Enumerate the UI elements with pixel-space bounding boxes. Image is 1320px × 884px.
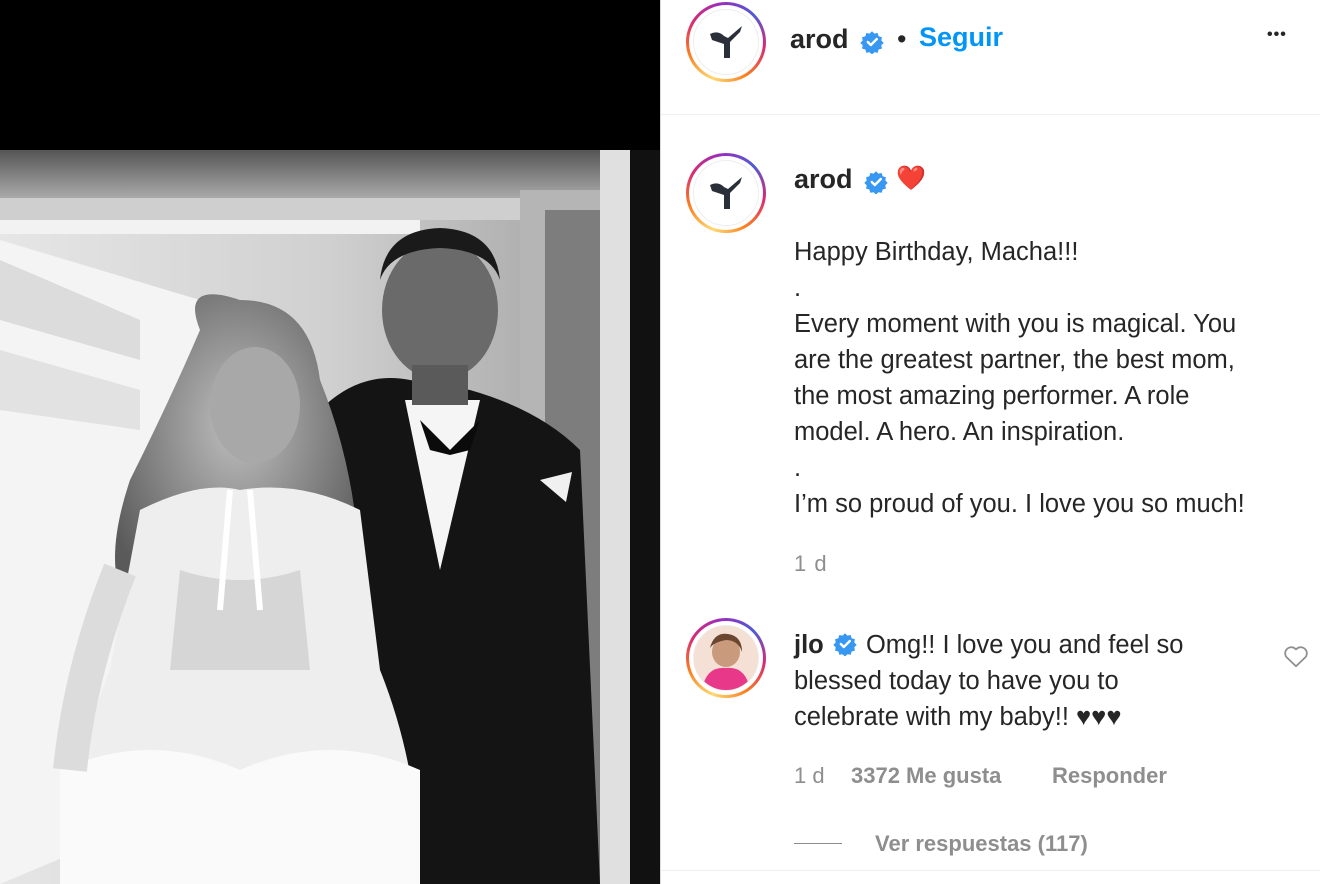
reply-button[interactable]: Responder xyxy=(1052,763,1167,789)
follow-button[interactable]: Seguir xyxy=(919,22,1003,53)
caption-line: Happy Birthday, Macha!!! xyxy=(794,238,1079,266)
post-details-panel: arod • Seguir ••• arod ❤️ Happy Birthday… xyxy=(660,0,1320,884)
caption-text: Happy Birthday, Macha!!! . Every moment … xyxy=(794,234,1314,522)
comment-line: blessed today to have you to xyxy=(794,667,1119,695)
author-avatar[interactable] xyxy=(686,2,766,82)
post-header: arod • Seguir ••• xyxy=(661,0,1320,115)
more-options-icon[interactable]: ••• xyxy=(1267,26,1287,44)
caption-line: . xyxy=(794,274,802,302)
commenter-username[interactable]: jlo xyxy=(794,631,824,659)
post-photo xyxy=(0,150,660,884)
author-username[interactable]: arod xyxy=(790,24,849,55)
caption-line: the most amazing performer. A role xyxy=(794,382,1190,410)
caption-line: model. A hero. An inspiration. xyxy=(794,418,1125,446)
comment-line: celebrate with my baby!! ♥♥♥ xyxy=(794,703,1122,731)
avatar-logo-icon xyxy=(710,26,742,58)
verified-badge-icon xyxy=(833,633,857,657)
replies-divider xyxy=(794,843,842,844)
caption-line: are the greatest partner, the best mom, xyxy=(794,346,1235,374)
commenter-avatar[interactable] xyxy=(686,618,766,698)
post-timestamp[interactable]: 1 d xyxy=(794,551,828,577)
heart-emoji: ❤️ xyxy=(896,165,926,192)
comment-timestamp[interactable]: 1 d xyxy=(794,763,825,789)
comment-likes[interactable]: 3372 Me gusta xyxy=(851,763,1001,789)
separator-dot: • xyxy=(897,24,907,54)
post-media[interactable] xyxy=(0,0,660,884)
comment-line: Omg!! I love you and feel so xyxy=(865,631,1184,659)
verified-badge-icon xyxy=(860,31,884,54)
caption-line: . xyxy=(794,454,802,482)
caption-line: Every moment with you is magical. You xyxy=(794,310,1237,338)
caption-author-avatar[interactable] xyxy=(686,153,766,233)
avatar-logo-icon xyxy=(710,177,742,209)
section-divider xyxy=(661,870,1320,871)
caption-username[interactable]: arod xyxy=(794,164,853,195)
view-replies-button[interactable]: Ver respuestas (117) xyxy=(875,831,1088,857)
commenter-photo xyxy=(694,626,758,690)
verified-badge-icon xyxy=(864,171,888,194)
caption-line: I’m so proud of you. I love you so much! xyxy=(794,490,1245,518)
comment-body: jlo Omg!! I love you and feel so blessed… xyxy=(794,627,1254,735)
like-heart-icon[interactable] xyxy=(1283,644,1309,668)
